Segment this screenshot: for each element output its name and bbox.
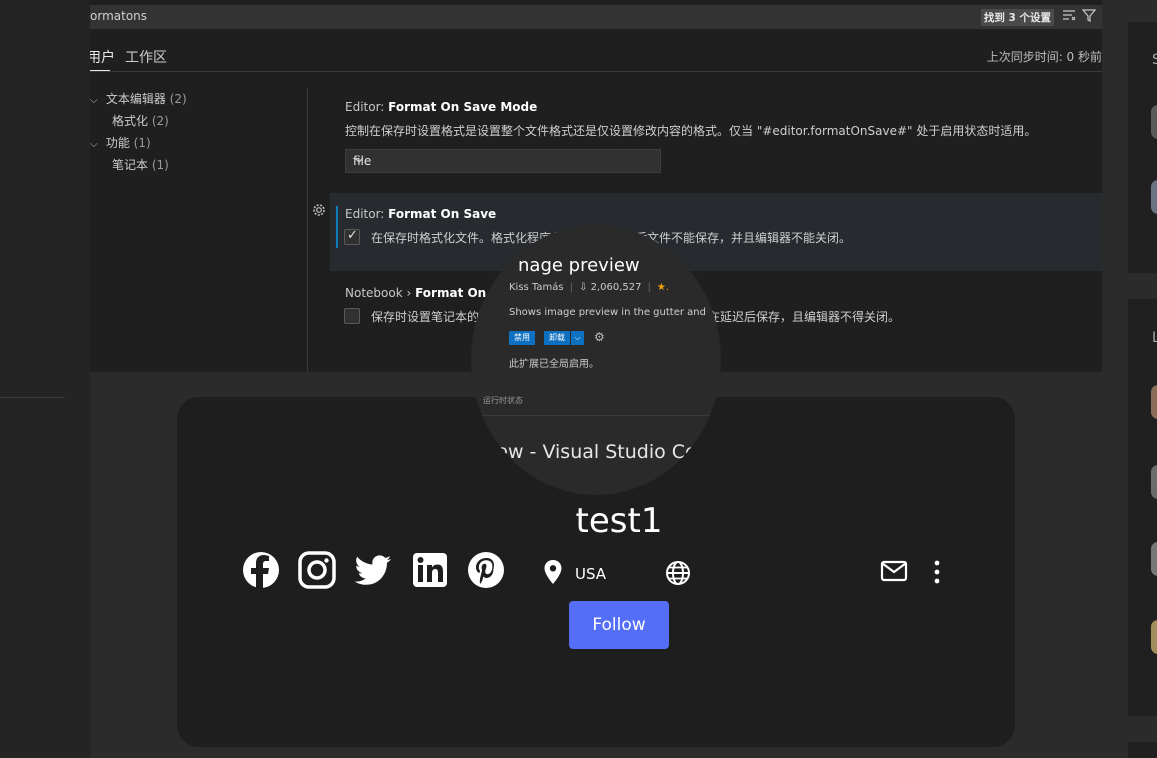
linkedin-icon[interactable] <box>411 551 449 589</box>
divider <box>471 415 721 416</box>
chevron-down-icon: ⌵ <box>90 139 98 150</box>
tree-count: (1) <box>133 136 151 150</box>
tab-workspace[interactable]: 工作区 <box>125 47 167 67</box>
avatar[interactable] <box>1151 180 1157 214</box>
uninstall-button[interactable]: 卸载 <box>544 331 570 345</box>
focus-indicator <box>336 206 338 248</box>
tree-count: (1) <box>151 158 169 172</box>
chevron-down-icon: ⌵ <box>90 95 98 106</box>
tree-item-formatting[interactable]: 格式化 (2) <box>112 112 169 129</box>
tree-label: 笔记本 <box>112 158 149 172</box>
uninstall-dropdown-chevron-icon[interactable]: ⌵ <box>571 331 584 345</box>
tree-label: 格式化 <box>112 114 149 128</box>
twitter-icon[interactable] <box>354 551 392 589</box>
avatar[interactable] <box>1151 385 1157 419</box>
follow-button[interactable]: Follow <box>569 601 669 649</box>
panel-heading-fragment: L <box>1152 330 1157 346</box>
divider <box>0 397 65 398</box>
avatar[interactable] <box>1151 542 1157 576</box>
mail-icon[interactable] <box>880 559 908 583</box>
setting-title-format-on-save-mode: Editor: Format On Save Mode <box>345 100 537 114</box>
magnifier-lens: nage preview Kiss Tamás | ⇩ 2,060,527 | ★. S… <box>471 225 721 495</box>
settings-search-bar[interactable]: ormatons 找到 3 个设置 <box>90 5 1102 29</box>
window-title: iew - Visual Studio Co <box>491 441 697 463</box>
right-panel-middle <box>1128 299 1157 716</box>
rating-star-icon: ★. <box>656 282 669 293</box>
setting-description-start: 保存时设置笔记本的 <box>371 310 480 324</box>
avatar[interactable] <box>1151 465 1157 499</box>
notebook-format-on-save-checkbox[interactable] <box>344 308 360 324</box>
chevron-down-icon <box>353 154 652 169</box>
filter-icon[interactable] <box>1081 8 1097 26</box>
extension-meta: Kiss Tamás | ⇩ 2,060,527 | ★. <box>509 282 669 293</box>
pinterest-icon[interactable] <box>467 551 505 589</box>
sync-status: 上次同步时间: 0 秒前 <box>986 50 1102 64</box>
setting-prefix: Editor: <box>345 207 389 221</box>
extension-author[interactable]: Kiss Tamás <box>509 282 564 293</box>
extension-title: nage preview <box>518 255 640 276</box>
setting-name: Format On Save <box>388 207 497 221</box>
location-pin-icon <box>544 560 562 584</box>
tab-user[interactable]: 用户 <box>90 47 115 67</box>
found-count-badge: 找到 3 个设置 <box>980 9 1054 26</box>
tree-item-text-editor[interactable]: ⌵ 文本编辑器 (2) <box>90 90 187 107</box>
left-strip <box>0 0 90 758</box>
download-icon: ⇩ <box>578 282 588 293</box>
globe-icon[interactable] <box>665 560 691 586</box>
gear-icon[interactable]: ⚙ <box>594 330 605 344</box>
setting-name: Format On Save Mode <box>388 100 538 114</box>
instagram-icon[interactable] <box>298 551 336 589</box>
tree-item-features[interactable]: ⌵ 功能 (1) <box>90 134 151 151</box>
profile-name: test1 <box>575 501 663 541</box>
extension-status: 此扩展已全局启用。 <box>509 359 599 370</box>
tree-divider <box>307 88 308 372</box>
avatar[interactable] <box>1151 105 1157 139</box>
right-panel-bottom <box>1128 742 1157 758</box>
setting-prefix: Notebook › <box>345 286 416 300</box>
setting-description-end: 在延迟后保存，且编辑器不得关闭。 <box>708 310 901 324</box>
avatar[interactable] <box>1151 620 1157 654</box>
more-vertical-icon[interactable] <box>931 559 943 585</box>
tab-runtime-status[interactable]: 运行时状态 <box>483 395 523 406</box>
facebook-icon[interactable] <box>242 551 280 589</box>
location-text: USA <box>575 565 607 583</box>
setting-description: 控制在保存时设置格式是设置整个文件格式还是仅设置修改内容的格式。仅当 "#edi… <box>345 124 1037 138</box>
extension-description: Shows image preview in the gutter and <box>509 307 706 318</box>
format-on-save-checkbox[interactable] <box>344 228 360 245</box>
tree-label: 文本编辑器 <box>105 92 166 106</box>
gear-icon[interactable] <box>312 203 326 221</box>
tree-count: (2) <box>151 114 169 128</box>
disable-button[interactable]: 禁用 <box>509 331 535 345</box>
tree-label: 功能 <box>105 136 130 150</box>
setting-prefix: Editor: <box>345 100 389 114</box>
setting-title-format-on-save: Editor: Format On Save <box>345 207 496 221</box>
format-on-save-mode-select[interactable]: file <box>345 149 661 173</box>
search-input[interactable]: ormatons <box>90 9 147 23</box>
panel-heading-fragment: S <box>1152 52 1157 68</box>
tree-item-notebook[interactable]: 笔记本 (1) <box>112 156 169 173</box>
tree-count: (2) <box>169 92 187 106</box>
extension-downloads: 2,060,527 <box>590 282 642 293</box>
clear-filter-icon[interactable] <box>1062 8 1076 26</box>
tabs-divider <box>90 71 1102 72</box>
